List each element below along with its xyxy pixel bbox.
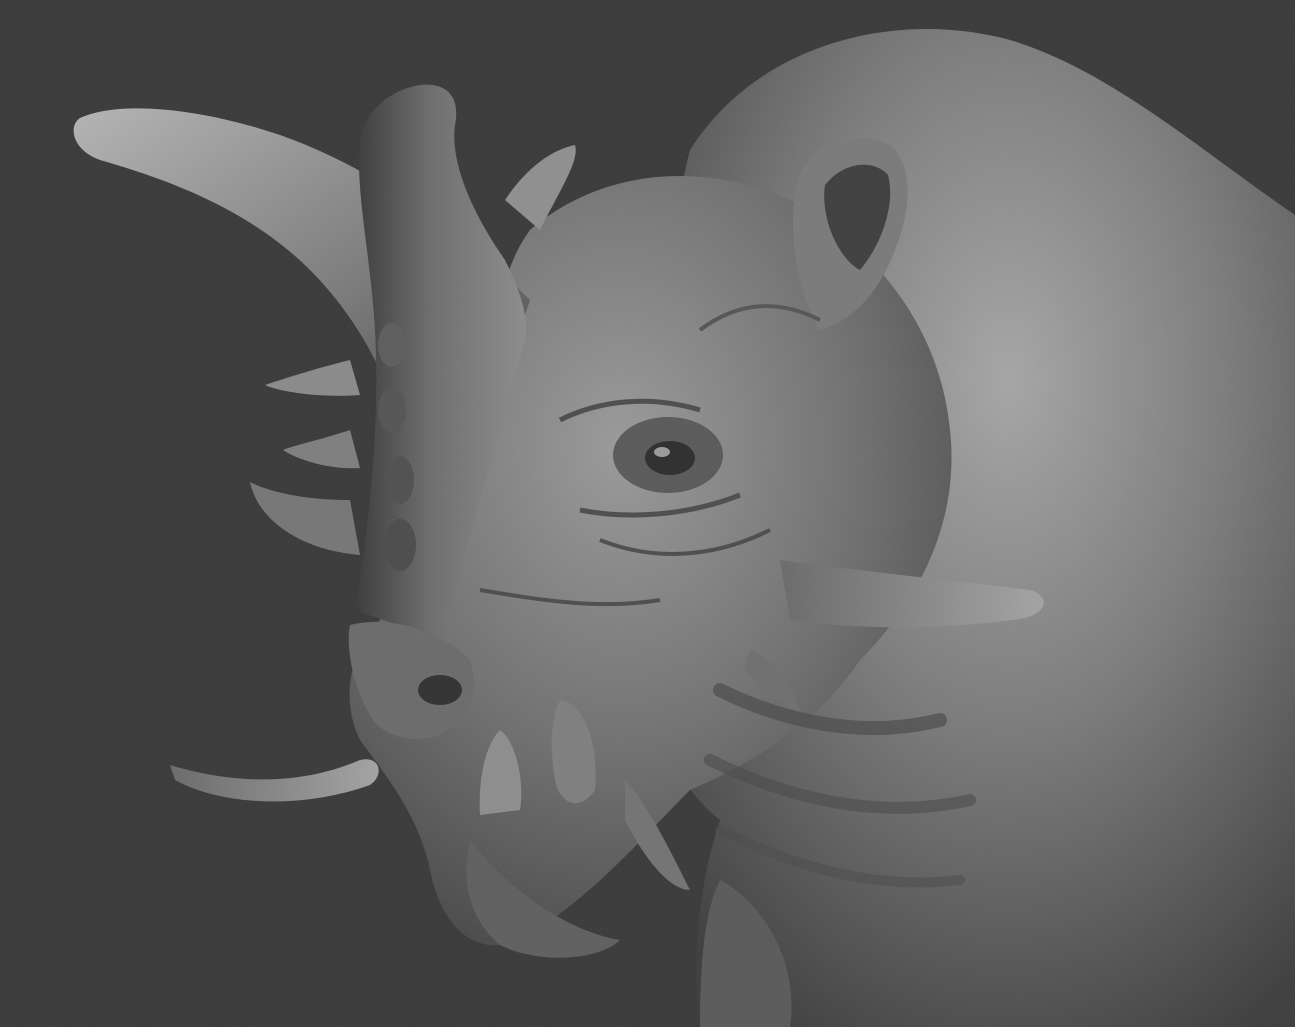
skin-texture [0,0,1295,1027]
sculpt-viewport[interactable] [0,0,1295,1027]
creature-sculpt-render [0,0,1295,1027]
